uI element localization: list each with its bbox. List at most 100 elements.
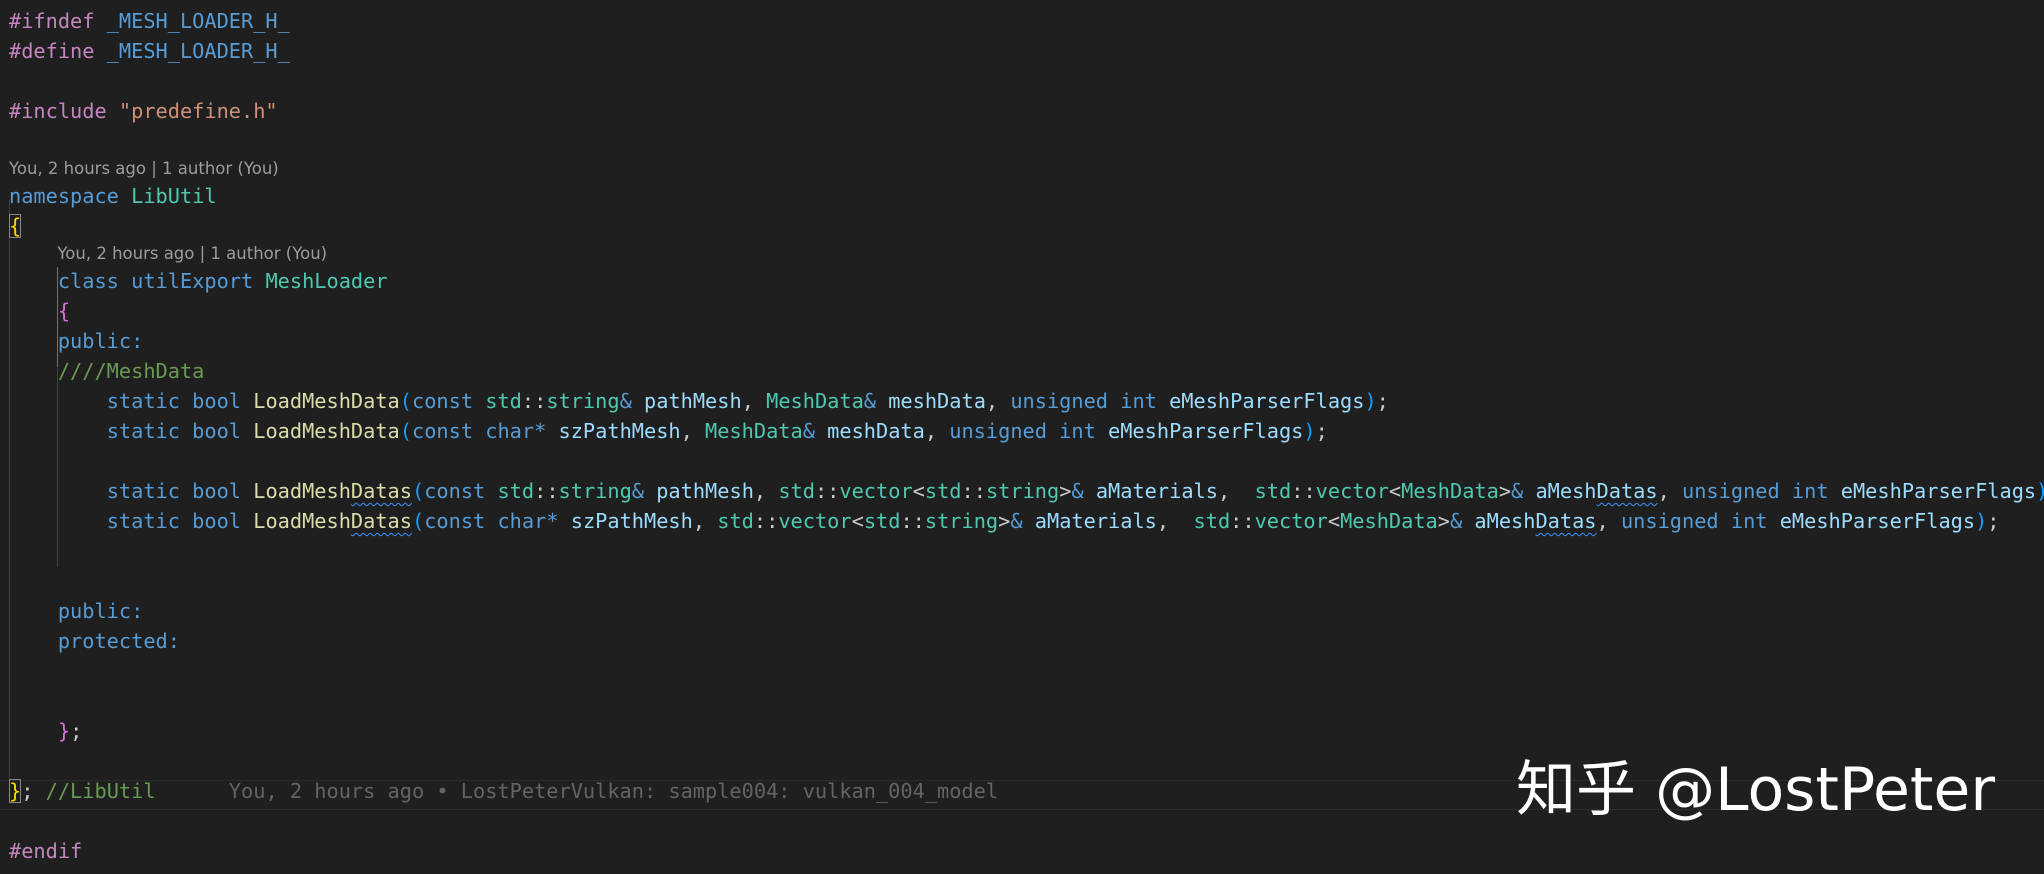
code-token: & xyxy=(863,389,889,413)
code-token: #endif xyxy=(9,839,83,863)
code-token: const xyxy=(411,419,486,443)
code-token: , xyxy=(924,419,950,443)
code-line[interactable]: { xyxy=(9,211,22,241)
code-token: LoadMesh xyxy=(253,509,351,533)
code-token: } xyxy=(57,719,71,743)
code-token: , xyxy=(1217,479,1255,503)
code-line[interactable]: class utilExport MeshLoader xyxy=(9,266,388,296)
code-token: MeshLoader xyxy=(265,269,388,293)
code-line[interactable]: public: xyxy=(9,596,143,626)
code-line[interactable]: public: xyxy=(9,326,143,356)
code-token: ; xyxy=(1987,509,2000,533)
code-token: LoadMeshData xyxy=(253,419,400,443)
code-token: namespace xyxy=(9,184,132,208)
code-line[interactable]: static bool LoadMeshDatas(const char* sz… xyxy=(9,506,2000,536)
code-token: std xyxy=(717,509,754,533)
code-token: aMesh xyxy=(1535,479,1597,503)
code-token: LibUtil xyxy=(131,184,217,208)
code-token: LoadMeshData xyxy=(253,389,400,413)
code-token: :: xyxy=(534,479,559,503)
code-line[interactable]: namespace LibUtil xyxy=(9,181,217,211)
code-token: Datas xyxy=(1596,479,1658,503)
code-token: const xyxy=(411,389,486,413)
code-token: static xyxy=(106,509,193,533)
code-token: meshData xyxy=(827,419,925,443)
code-token: public: xyxy=(57,329,144,353)
code-token: eMeshParserFlags xyxy=(1108,419,1304,443)
code-line[interactable]: #include "predefine.h" xyxy=(9,96,278,126)
code-line[interactable]: ////MeshData xyxy=(9,356,205,386)
code-token: _MESH_LOADER_H_ xyxy=(106,39,290,63)
code-token: std xyxy=(485,389,522,413)
code-token: std xyxy=(1254,479,1292,503)
code-token: MeshData xyxy=(766,389,864,413)
codelens-author-info[interactable]: You, 2 hours ago | 1 author (You) xyxy=(57,242,327,266)
code-token: ////MeshData xyxy=(57,359,205,383)
code-token: meshData xyxy=(888,389,986,413)
code-token: //LibUtil xyxy=(45,779,156,803)
code-token: ) xyxy=(1364,389,1377,413)
code-token: szPathMesh xyxy=(558,419,681,443)
code-token: & xyxy=(1071,479,1096,503)
code-token: const xyxy=(424,509,498,533)
code-token: int xyxy=(1120,389,1170,413)
code-token: , xyxy=(985,389,1011,413)
code-token: vector xyxy=(778,509,852,533)
code-token: , xyxy=(680,419,706,443)
code-token: < xyxy=(851,509,864,533)
code-token: szPathMesh xyxy=(570,509,693,533)
code-token: LoadMesh xyxy=(253,479,351,503)
code-line[interactable]: #define _MESH_LOADER_H_ xyxy=(9,36,290,66)
code-token: ) xyxy=(2036,479,2044,503)
code-editor[interactable]: #ifndef _MESH_LOADER_H_ #define _MESH_LOA… xyxy=(0,0,2044,874)
code-line[interactable]: { xyxy=(9,296,70,326)
code-line[interactable]: #ifndef _MESH_LOADER_H_ xyxy=(9,6,290,36)
code-line[interactable]: static bool LoadMeshDatas(const std::str… xyxy=(9,476,2044,506)
code-token: char xyxy=(497,509,547,533)
code-token: aMaterials xyxy=(1095,479,1218,503)
code-token: < xyxy=(1388,479,1402,503)
code-token: std xyxy=(497,479,535,503)
code-line[interactable]: static bool LoadMeshData(const char* szP… xyxy=(9,416,1328,446)
code-line[interactable]: protected: xyxy=(9,626,180,656)
codelens-author-info[interactable]: You, 2 hours ago | 1 author (You) xyxy=(9,157,279,181)
code-token: string xyxy=(924,509,999,533)
code-token: eMeshParserFlags xyxy=(1169,389,1365,413)
code-token: string xyxy=(985,479,1060,503)
code-token: unsigned xyxy=(1620,509,1731,533)
code-token: & xyxy=(1449,509,1475,533)
code-token: MeshData xyxy=(705,419,803,443)
code-token: , xyxy=(692,509,718,533)
code-token: bool xyxy=(192,509,254,533)
code-token: Datas xyxy=(350,509,412,533)
code-token: Datas xyxy=(1535,509,1597,533)
inline-git-blame: You, 2 hours ago • LostPeterVulkan: samp… xyxy=(155,779,999,803)
code-line[interactable]: #endif xyxy=(9,836,82,866)
code-token: int xyxy=(1059,419,1109,443)
code-token: & xyxy=(619,389,644,413)
code-token: "predefine.h" xyxy=(118,99,278,123)
code-token: bool xyxy=(192,419,254,443)
code-token: & xyxy=(802,419,828,443)
code-line[interactable]: static bool LoadMeshData(const std::stri… xyxy=(9,386,1389,416)
code-line-current[interactable]: }; //LibUtil You, 2 hours ago • LostPete… xyxy=(9,776,998,806)
code-token: protected: xyxy=(57,629,180,653)
code-token: unsigned xyxy=(1682,479,1792,503)
code-token: ( xyxy=(399,389,412,413)
code-token: ( xyxy=(411,509,425,533)
code-token: utilExport xyxy=(131,269,266,293)
code-line[interactable]: }; xyxy=(9,716,82,746)
code-token: unsigned xyxy=(1010,389,1121,413)
code-token: vector xyxy=(1315,479,1389,503)
code-token: std xyxy=(863,509,901,533)
code-token: MeshData xyxy=(1340,509,1438,533)
code-token: vector xyxy=(1254,509,1328,533)
code-token: , xyxy=(1657,479,1683,503)
code-token: bool xyxy=(192,479,254,503)
